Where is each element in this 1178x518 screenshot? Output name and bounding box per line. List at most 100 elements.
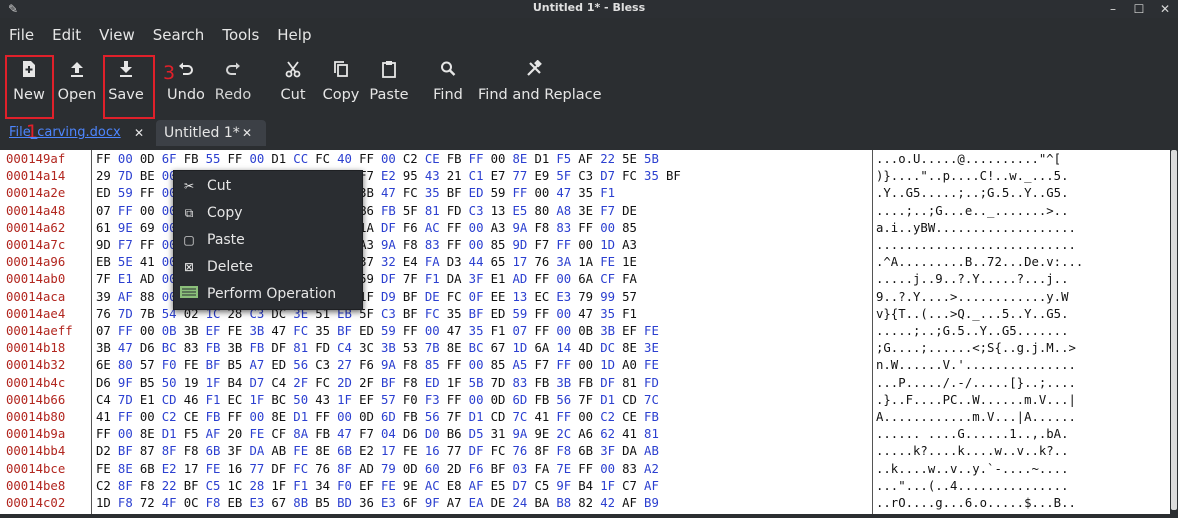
hex-byte[interactable]: 9E [118, 220, 140, 237]
hex-byte[interactable]: FF [556, 357, 578, 374]
hex-byte[interactable]: C3 [315, 357, 337, 374]
hex-byte[interactable]: BF [337, 323, 359, 340]
hex-byte[interactable]: BA [534, 495, 556, 512]
hex-byte[interactable]: FF [447, 357, 469, 374]
hex-byte[interactable]: 5B [644, 151, 666, 168]
hex-byte[interactable]: 22 [600, 151, 622, 168]
hex-byte[interactable]: CC [293, 151, 315, 168]
hex-byte[interactable]: 4D [578, 340, 600, 357]
hex-byte[interactable]: D6 [403, 426, 425, 443]
hex-byte[interactable]: FE [96, 461, 118, 478]
row-ascii[interactable]: ...P...../.-/.....[}..;.... [876, 375, 1076, 392]
hex-byte[interactable]: F7 [534, 357, 556, 374]
hex-byte[interactable]: 8F [118, 478, 140, 495]
hex-byte[interactable]: 17 [184, 461, 206, 478]
hex-byte[interactable]: 00 [469, 392, 491, 409]
hex-byte[interactable]: B4 [228, 375, 250, 392]
hex-byte[interactable]: CE [425, 151, 447, 168]
hex-byte[interactable]: 77 [513, 168, 535, 185]
hex-byte[interactable]: E3 [556, 289, 578, 306]
hex-byte[interactable]: ED [425, 375, 447, 392]
row-hex-bytes[interactable]: FF 00 0D 6F FB 55 FF 00 D1 CC FC 40 FF 00 C2 CE FB FF 00 8E… [96, 151, 666, 168]
hex-byte[interactable]: BE [140, 168, 162, 185]
hex-byte[interactable]: 6A [534, 340, 556, 357]
hex-row[interactable]: 000149af FF 00 0D 6F FB 55 FF 00 D1 CC FC 40 FF 00 C2 CE… [0, 151, 1170, 168]
hex-byte[interactable]: DE [622, 203, 644, 220]
hex-byte[interactable]: 5F [556, 168, 578, 185]
hex-byte[interactable]: 6B [206, 443, 228, 460]
hex-byte[interactable]: FF [118, 323, 140, 340]
hex-byte[interactable]: 85 [425, 357, 447, 374]
context-item-cut[interactable]: ✂ Cut [174, 173, 362, 199]
hex-byte[interactable]: B4 [578, 478, 600, 495]
hex-byte[interactable]: FE [644, 357, 666, 374]
hex-byte[interactable]: DF [469, 443, 491, 460]
hex-byte[interactable]: 24 [513, 495, 535, 512]
hex-byte[interactable]: 36 [359, 495, 381, 512]
hex-byte[interactable]: FB [534, 375, 556, 392]
hex-byte[interactable]: D7 [600, 168, 622, 185]
hex-byte[interactable]: EC [228, 392, 250, 409]
copy-button[interactable]: Copy [320, 54, 362, 118]
hex-byte[interactable]: FA [425, 254, 447, 271]
hex-byte[interactable]: 59 [513, 306, 535, 323]
hex-byte[interactable]: 3B [249, 323, 271, 340]
hex-byte[interactable]: FB [315, 426, 337, 443]
hex-byte[interactable]: E5 [491, 478, 513, 495]
hex-byte[interactable]: EC [534, 289, 556, 306]
hex-byte[interactable]: 04 [381, 426, 403, 443]
hex-byte[interactable]: AF [644, 478, 666, 495]
hex-byte[interactable]: C5 [206, 478, 228, 495]
hex-byte[interactable]: 35 [578, 185, 600, 202]
hex-byte[interactable]: BD [337, 495, 359, 512]
menu-edit[interactable]: Edit [43, 24, 90, 46]
hex-byte[interactable]: E3 [249, 495, 271, 512]
hex-byte[interactable]: BF [403, 289, 425, 306]
hex-byte[interactable]: BF [403, 306, 425, 323]
hex-byte[interactable]: 95 [403, 168, 425, 185]
hex-byte[interactable]: 7D [491, 375, 513, 392]
hex-byte[interactable]: D1 [293, 409, 315, 426]
hex-byte[interactable]: DA [447, 271, 469, 288]
hex-byte[interactable]: FC [293, 323, 315, 340]
hex-byte[interactable]: AF [469, 478, 491, 495]
hex-byte[interactable]: 8E [118, 461, 140, 478]
hex-byte[interactable]: F8 [403, 375, 425, 392]
hex-byte[interactable]: F6 [403, 220, 425, 237]
hex-byte[interactable]: 5E [118, 254, 140, 271]
hex-byte[interactable]: C3 [381, 306, 403, 323]
hex-byte[interactable]: F1 [206, 392, 228, 409]
hex-byte[interactable]: 41 [140, 254, 162, 271]
hex-byte[interactable]: 9A [513, 426, 535, 443]
hex-byte[interactable]: 8E [447, 340, 469, 357]
hex-byte[interactable]: D1 [271, 151, 293, 168]
hex-byte[interactable]: FE [644, 323, 666, 340]
hex-byte[interactable]: E8 [447, 478, 469, 495]
hex-byte[interactable]: 00 [556, 271, 578, 288]
hex-byte[interactable]: 62 [600, 426, 622, 443]
hex-byte[interactable]: FB [534, 392, 556, 409]
hex-byte[interactable]: D1 [534, 151, 556, 168]
hex-byte[interactable]: 35 [644, 168, 666, 185]
hex-byte[interactable]: FC [622, 168, 644, 185]
hex-byte[interactable]: C4 [96, 392, 118, 409]
hex-byte[interactable]: FB [184, 151, 206, 168]
hex-byte[interactable]: B5 [140, 375, 162, 392]
hex-byte[interactable]: 13 [491, 203, 513, 220]
hex-byte[interactable]: 55 [206, 151, 228, 168]
row-hex-bytes[interactable]: 07 FF 00 0B 3B EF FE 3B 47 FC 35 BF ED 59 FF 00 47 35 F1 07… [96, 323, 666, 340]
hex-byte[interactable]: 17 [381, 443, 403, 460]
hex-byte[interactable]: 0D [140, 151, 162, 168]
hex-byte[interactable]: 56 [556, 392, 578, 409]
hex-byte[interactable]: 43 [425, 168, 447, 185]
hex-byte[interactable]: 50 [162, 375, 184, 392]
hex-byte[interactable]: 65 [491, 254, 513, 271]
hex-byte[interactable]: FD [315, 340, 337, 357]
hex-byte[interactable]: BF [381, 375, 403, 392]
hex-byte[interactable]: F6 [359, 357, 381, 374]
hex-byte[interactable]: 0C [184, 495, 206, 512]
row-hex-bytes[interactable]: C4 7D E1 CD 46 F1 EC 1F BC 50 43 1F EF 57 F0 F3 FF 00 0D 6D… [96, 392, 666, 409]
row-ascii[interactable]: )}...."..p....C!..w._...5. [876, 168, 1069, 185]
maximize-icon[interactable]: ☐ [1132, 2, 1146, 16]
hex-byte[interactable]: 85 [491, 357, 513, 374]
